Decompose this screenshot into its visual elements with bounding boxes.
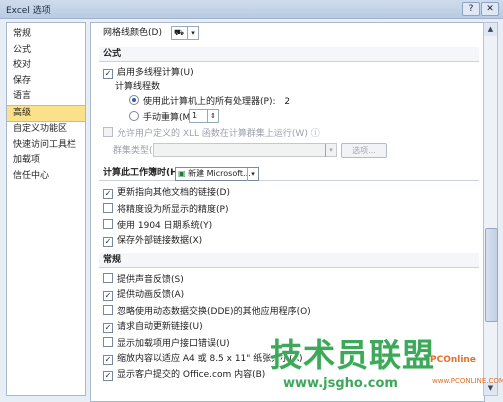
formula-section-header: 公式 [99, 47, 479, 62]
thread-count-label: 计算线程数 [115, 82, 161, 92]
office-content-checkbox[interactable]: ✓ [103, 371, 113, 381]
calc-workbook-header: 计算此工作簿时(H): [99, 166, 479, 181]
ignore-dde-checkbox[interactable] [103, 305, 113, 315]
date-1904-checkbox[interactable] [103, 219, 113, 229]
calc-option-save-external[interactable]: ✓ 保存外部链接数据(X) [103, 235, 202, 247]
manual-threads-label: 手动重算(M) [143, 113, 194, 123]
gridline-color-label: 网格线颜色(D) [103, 28, 162, 38]
close-button[interactable]: ✕ [481, 2, 499, 16]
watermark-brand: PCOnline [430, 355, 476, 365]
scrollbar-thumb[interactable] [485, 228, 498, 322]
scale-a4-checkbox[interactable]: ✓ [103, 355, 113, 365]
xll-cluster-option[interactable]: 允许用户定义的 XLL 函数在计算群集上运行(W) ⓘ [103, 127, 320, 139]
watermark-brand-url: www.PCONLINE.COM [432, 377, 503, 385]
sidebar-item-quick-access-toolbar[interactable]: 快速访问工具栏 [7, 138, 85, 154]
sidebar-item-customize-ribbon[interactable]: 自定义功能区 [7, 122, 85, 138]
chevron-down-icon: ▾ [187, 27, 198, 40]
general-option-office-content[interactable]: ✓ 显示客户提交的 Office.com 内容(B) [103, 369, 265, 381]
animation-feedback-checkbox[interactable]: ✓ [103, 291, 113, 301]
animation-feedback-label: 提供动画反馈(A) [117, 290, 185, 300]
update-links-checkbox[interactable]: ✓ [103, 189, 113, 199]
title-bar: Excel 选项 ? ✕ [0, 0, 503, 19]
watermark-url: www.jsgho.com [283, 376, 398, 391]
paint-bucket-icon: ⛟ [174, 28, 185, 37]
manual-threads-radio[interactable] [129, 111, 139, 121]
scroll-up-icon[interactable]: ▲ [484, 23, 497, 36]
xll-cluster-checkbox[interactable] [103, 127, 113, 137]
multithread-checkbox[interactable]: ✓ [103, 69, 113, 79]
sound-feedback-checkbox[interactable] [103, 273, 113, 283]
general-option-sound[interactable]: 提供声音反馈(S) [103, 273, 184, 285]
office-content-label: 显示客户提交的 Office.com 内容(B) [117, 370, 266, 380]
chevron-down-icon: ▾ [247, 168, 258, 181]
watermark-text: 技术员联盟 [270, 336, 436, 374]
general-option-animation[interactable]: ✓ 提供动画反馈(A) [103, 289, 184, 301]
calc-option-precision[interactable]: 将精度设为所显示的精度(P) [103, 203, 228, 215]
sidebar-item-proofing[interactable]: 校对 [7, 58, 85, 74]
general-section-header: 常规 [99, 253, 479, 268]
sidebar-item-trust-center[interactable]: 信任中心 [7, 169, 85, 185]
sidebar-item-add-ins[interactable]: 加载项 [7, 153, 85, 169]
update-links-label: 更新指向其他文档的链接(D) [117, 188, 230, 198]
addin-errors-label: 显示加载项用户接口错误(U) [117, 339, 230, 349]
precision-checkbox[interactable] [103, 203, 113, 213]
auto-update-links-label: 请求自动更新链接(U) [117, 322, 203, 332]
workbook-name: 新建 Microsoft... [188, 169, 251, 178]
date-1904-label: 使用 1904 日期系统(Y) [117, 221, 213, 231]
auto-update-links-checkbox[interactable]: ✓ [103, 323, 113, 333]
content-scrollbar[interactable]: ▲ ▼ [483, 22, 498, 396]
sound-feedback-label: 提供声音反馈(S) [117, 275, 184, 285]
multithread-option[interactable]: ✓ 启用多线程计算(U) [103, 67, 194, 79]
sidebar-item-general[interactable]: 常规 [7, 27, 85, 43]
cluster-options-button[interactable]: 选项... [341, 143, 387, 158]
use-all-processors-option[interactable]: 使用此计算机上的所有处理器(P): 2 [129, 95, 290, 107]
use-all-processors-radio[interactable] [129, 95, 139, 105]
addin-errors-checkbox[interactable] [103, 337, 113, 347]
sidebar-item-language[interactable]: 语言 [7, 89, 85, 105]
sidebar-item-formulas[interactable]: 公式 [7, 43, 85, 59]
save-external-checkbox[interactable]: ✓ [103, 237, 113, 247]
thread-count-value: 1 [192, 111, 198, 120]
sidebar-item-advanced[interactable]: 高级 [7, 104, 85, 122]
manual-threads-option[interactable]: 手动重算(M) [129, 111, 194, 123]
thread-count-spinner[interactable]: 1 ⇕ [189, 109, 219, 123]
cluster-type-select[interactable]: ▾ [153, 143, 337, 157]
help-button[interactable]: ? [462, 2, 480, 16]
calc-option-update-links[interactable]: ✓ 更新指向其他文档的链接(D) [103, 187, 230, 199]
info-icon: ⓘ [310, 129, 320, 139]
excel-icon: ▣ [178, 169, 186, 178]
precision-label: 将精度设为所显示的精度(P) [117, 205, 229, 215]
workbook-select[interactable]: ▣ 新建 Microsoft... ▾ [175, 167, 259, 181]
general-option-addin-errors[interactable]: 显示加载项用户接口错误(U) [103, 337, 230, 349]
window-title: Excel 选项 [6, 6, 51, 16]
xll-cluster-label: 允许用户定义的 XLL 函数在计算群集上运行(W) [117, 129, 308, 139]
general-option-auto-update[interactable]: ✓ 请求自动更新链接(U) [103, 321, 203, 333]
multithread-label: 启用多线程计算(U) [117, 68, 194, 78]
options-sidebar: 常规 公式 校对 保存 语言 高级 自定义功能区 快速访问工具栏 加载项 信任中… [6, 22, 86, 396]
sidebar-item-save[interactable]: 保存 [7, 74, 85, 90]
chevron-down-icon: ▾ [325, 144, 336, 157]
spinner-arrows-icon: ⇕ [207, 110, 218, 123]
calc-workbook-label: 计算此工作簿时(H): [103, 168, 186, 178]
calc-option-1904[interactable]: 使用 1904 日期系统(Y) [103, 219, 212, 231]
use-all-processors-label: 使用此计算机上的所有处理器(P): [143, 97, 276, 107]
gridline-color-picker[interactable]: ⛟ ▾ [171, 26, 199, 40]
general-option-dde[interactable]: 忽略使用动态数据交换(DDE)的其他应用程序(O) [103, 305, 311, 317]
ignore-dde-label: 忽略使用动态数据交换(DDE)的其他应用程序(O) [117, 307, 311, 317]
processor-count: 2 [284, 97, 291, 107]
save-external-label: 保存外部链接数据(X) [117, 236, 203, 246]
